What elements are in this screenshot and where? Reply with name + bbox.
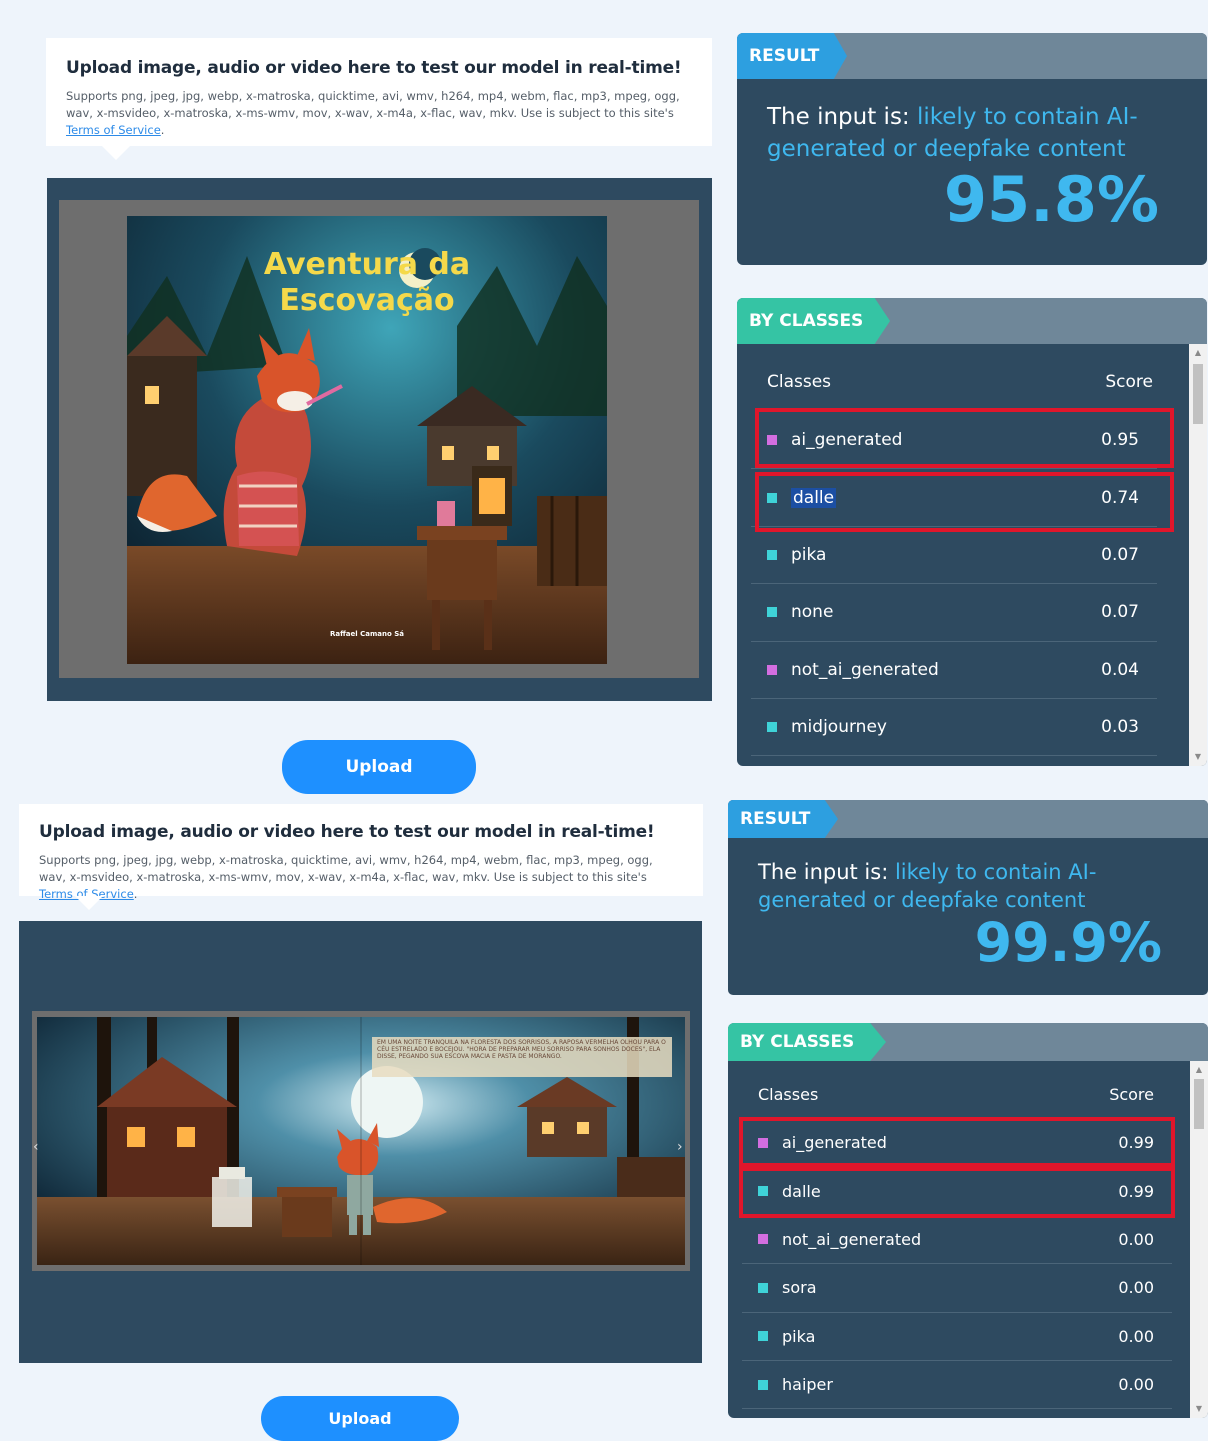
result-panel: RESULT The input is: likely to contain A…: [737, 33, 1207, 265]
class-name: pika: [782, 1326, 816, 1346]
classes-column-header: Classes: [758, 1085, 819, 1104]
class-score: 0.07: [1101, 544, 1139, 565]
class-color-swatch: [758, 1282, 768, 1293]
class-name: not_ai_generated: [791, 659, 939, 680]
result-panel: RESULT The input is: likely to contain A…: [728, 800, 1208, 995]
uploaded-image: EM UMA NOITE TRANQUILA NA FLORESTA DOS S…: [37, 1017, 685, 1265]
class-name: haiper: [782, 1375, 833, 1395]
class-score: 0.07: [1101, 602, 1139, 623]
highlight-box-dalle: [739, 1167, 1175, 1218]
class-score: 0.00: [1118, 1375, 1154, 1395]
class-color-swatch: [767, 664, 777, 675]
upload-title: Upload image, audio or video here to tes…: [66, 58, 682, 78]
media-preview: EM UMA NOITE TRANQUILA NA FLORESTA DOS S…: [19, 921, 702, 1363]
class-score: 0.00: [1118, 1326, 1154, 1346]
scrollbar-thumb[interactable]: [1194, 1079, 1204, 1129]
tooltip-pointer: [75, 896, 103, 910]
class-color-swatch: [758, 1234, 768, 1245]
classes-tag: BY CLASSES: [728, 1023, 886, 1061]
upload-description: Supports png, jpeg, jpg, webp, x-matrosk…: [66, 89, 680, 137]
classes-panel: BY CLASSES Classes Score ai_generated 0.9…: [737, 298, 1207, 766]
highlight-box-ai-generated: [739, 1117, 1175, 1167]
class-row: not_ai_generated 0.04: [751, 642, 1157, 699]
class-color-swatch: [767, 607, 777, 618]
prev-page-icon[interactable]: ‹: [33, 1139, 39, 1155]
class-name: midjourney: [791, 717, 887, 738]
result-panel-header: RESULT: [737, 33, 1207, 79]
upload-info-box: Upload image, audio or video here to tes…: [46, 38, 712, 160]
result-tag: RESULT: [737, 33, 847, 79]
class-color-swatch: [767, 549, 777, 560]
book-title-line1: Aventura da: [264, 247, 470, 282]
classes-panel-header: BY CLASSES: [728, 1023, 1208, 1061]
class-color-swatch: [758, 1379, 768, 1390]
scroll-down-icon[interactable]: ▼: [1189, 750, 1207, 764]
uploaded-image: Aventura da Escovação Raffael Camano Sá: [127, 216, 607, 664]
class-color-swatch: [758, 1331, 768, 1342]
book-page-caption: EM UMA NOITE TRANQUILA NA FLORESTA DOS S…: [377, 1039, 666, 1060]
result-percentage: 95.8%: [943, 163, 1159, 236]
class-row: not_ai_generated 0.00: [742, 1216, 1172, 1265]
upload-info-box: Upload image, audio or video here to tes…: [19, 804, 703, 910]
class-row: pika 0.07: [751, 527, 1157, 585]
class-name: pika: [791, 544, 827, 565]
tooltip-pointer: [102, 146, 130, 160]
class-row: none 0.07: [751, 584, 1157, 642]
book-title-line2: Escovação: [279, 283, 454, 318]
class-score: 0.04: [1101, 659, 1139, 680]
classes-panel: BY CLASSES Classes Score ai_generated 0.9…: [728, 1023, 1208, 1418]
scroll-up-icon[interactable]: ▲: [1189, 346, 1207, 360]
class-name: sora: [782, 1278, 817, 1298]
upload-button[interactable]: Upload: [261, 1396, 459, 1441]
upload-button[interactable]: Upload: [282, 740, 476, 794]
upload-description: Supports png, jpeg, jpg, webp, x-matrosk…: [39, 853, 653, 901]
class-row: haiper 0.00: [742, 1361, 1172, 1410]
result-text: The input is: likely to contain AI-gener…: [758, 860, 1097, 912]
terms-of-service-link[interactable]: Terms of Service: [66, 123, 161, 137]
class-color-swatch: [767, 722, 777, 733]
book-author: Raffael Camano Sá: [330, 630, 404, 638]
scroll-up-icon[interactable]: ▲: [1190, 1063, 1208, 1077]
class-row: sora 0.00: [742, 1264, 1172, 1313]
highlight-box-ai-generated: [755, 408, 1174, 468]
result-percentage: 99.9%: [974, 911, 1162, 974]
result-panel-header: RESULT: [728, 800, 1208, 838]
highlight-box-dalle: [755, 472, 1174, 532]
media-preview: Aventura da Escovação Raffael Camano Sá: [47, 178, 712, 701]
classes-tag: BY CLASSES: [737, 298, 890, 344]
classes-table-header: Classes Score: [751, 360, 1171, 402]
classes-column-header: Classes: [767, 372, 832, 392]
class-score: 0.03: [1101, 717, 1139, 738]
class-score: 0.00: [1118, 1229, 1154, 1249]
classes-scrollbar[interactable]: ▲ ▼: [1189, 344, 1207, 766]
classes-panel-header: BY CLASSES: [737, 298, 1207, 344]
score-column-header: Score: [1109, 1085, 1154, 1104]
result-tag: RESULT: [728, 800, 838, 838]
next-page-icon[interactable]: ›: [677, 1139, 683, 1155]
class-name: not_ai_generated: [782, 1229, 922, 1249]
result-text: The input is: likely to contain AI-gener…: [767, 104, 1138, 162]
class-row: midjourney 0.03: [751, 699, 1157, 757]
score-column-header: Score: [1105, 372, 1153, 392]
classes-table-header: Classes Score: [742, 1073, 1172, 1112]
classes-scrollbar[interactable]: ▲ ▼: [1190, 1061, 1208, 1418]
scroll-down-icon[interactable]: ▼: [1190, 1402, 1208, 1416]
class-score: 0.00: [1118, 1278, 1154, 1298]
class-row: pika 0.00: [742, 1313, 1172, 1361]
scrollbar-thumb[interactable]: [1193, 364, 1203, 424]
class-name: none: [791, 602, 834, 623]
upload-title: Upload image, audio or video here to tes…: [39, 822, 655, 842]
